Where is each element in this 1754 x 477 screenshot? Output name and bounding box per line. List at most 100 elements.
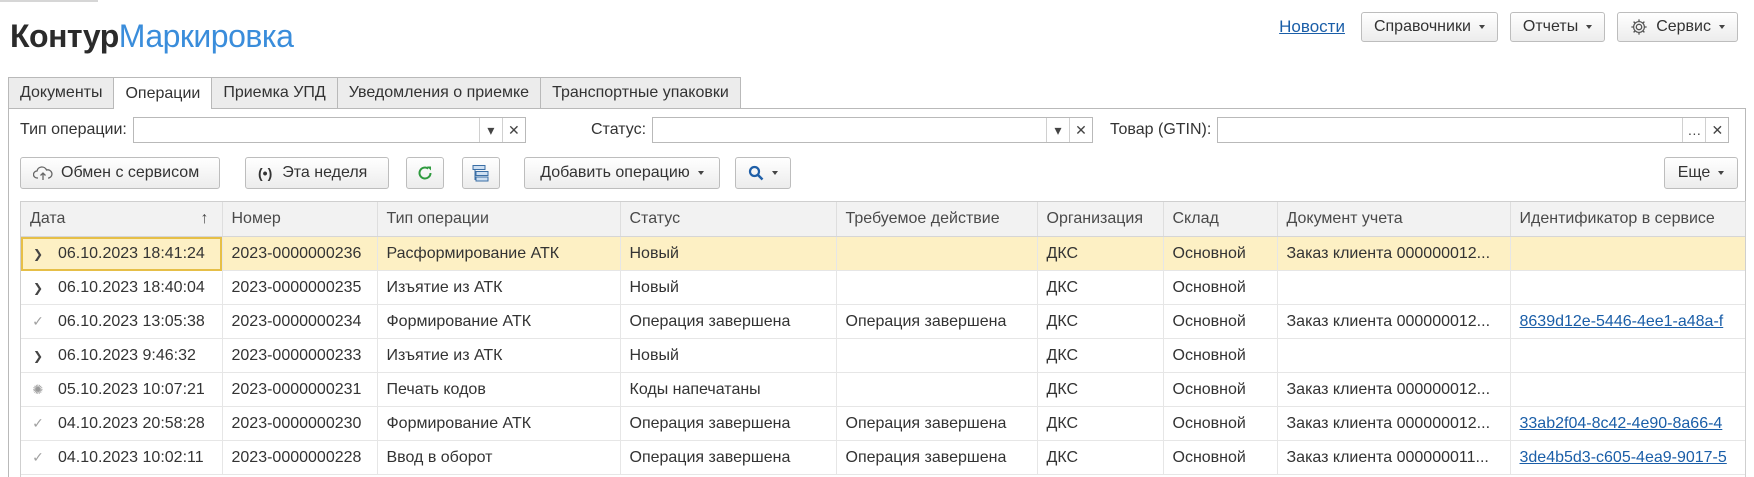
this-week-button[interactable]: (•) Эта неделя (245, 157, 389, 189)
cell-status[interactable]: Новый (620, 236, 837, 271)
cell-warehouse[interactable]: Основной (1163, 304, 1278, 339)
add-operation-button[interactable]: Добавить операцию (524, 157, 720, 189)
cell-date[interactable]: ✓ 04.10.2023 20:58:28 (21, 406, 223, 441)
chevron-right-icon[interactable]: ❯ (30, 247, 46, 261)
refresh-button[interactable] (406, 157, 444, 189)
service-id-link[interactable]: 8639d12e-5446-4ee1-a48a-f (1520, 313, 1724, 330)
cell-date[interactable]: ✓ 06.10.2023 13:05:38 (21, 304, 223, 339)
col-header-op-type[interactable]: Тип операции (377, 202, 621, 237)
cell-status[interactable]: Новый (620, 270, 837, 305)
cell-doc[interactable]: Заказ клиента 000000011... (1277, 440, 1511, 475)
col-header-document[interactable]: Документ учета (1277, 202, 1511, 237)
tab-documents[interactable]: Документы (8, 77, 115, 108)
cell-type[interactable]: Ввод в оборот (377, 440, 621, 475)
cell-action[interactable] (836, 270, 1038, 305)
col-header-warehouse[interactable]: Склад (1163, 202, 1278, 237)
cell-id[interactable]: 33ab2f04-8c42-4e90-8a66-4 (1510, 406, 1745, 441)
tab-transport-packages[interactable]: Транспортные упаковки (540, 77, 741, 108)
dropdown-arrow-icon[interactable]: ▾ (1046, 118, 1069, 142)
more-button[interactable]: Еще (1664, 157, 1738, 189)
cell-action[interactable]: Операция завершена (836, 406, 1038, 441)
reports-button[interactable]: Отчеты (1509, 12, 1606, 42)
cell-org[interactable]: ДКС (1037, 338, 1164, 373)
cell-warehouse[interactable]: Основной (1163, 406, 1278, 441)
cell-org[interactable]: ДКС (1037, 406, 1164, 441)
col-header-date[interactable]: Дата ↑ (21, 202, 223, 237)
cell-warehouse[interactable]: Основной (1163, 236, 1278, 271)
cell-org[interactable]: ДКС (1037, 236, 1164, 271)
table-row[interactable]: ✺ 05.10.2023 10:07:21 2023-0000000231 Печат… (21, 372, 1745, 407)
cell-doc[interactable]: Заказ клиента 000000012... (1277, 236, 1511, 271)
cell-warehouse[interactable]: Основной (1163, 440, 1278, 475)
cell-status[interactable]: Коды напечатаны (620, 372, 837, 407)
dropdown-arrow-icon[interactable]: ▾ (478, 118, 502, 142)
cell-date[interactable]: ❯ 06.10.2023 9:46:32 (21, 338, 223, 373)
cell-warehouse[interactable]: Основной (1163, 270, 1278, 305)
cell-type[interactable]: Изъятие из АТК (377, 338, 621, 373)
table-row[interactable]: ✓ 04.10.2023 10:02:11 2023-0000000228 Ввод … (21, 440, 1745, 475)
cell-date[interactable]: ✓ 04.10.2023 10:02:11 (21, 440, 223, 475)
cell-action[interactable] (836, 372, 1038, 407)
cell-org[interactable]: ДКС (1037, 372, 1164, 407)
cell-doc[interactable]: Заказ клиента 000000012... (1277, 406, 1511, 441)
cell-number[interactable]: 2023-0000000228 (222, 440, 378, 475)
cell-warehouse[interactable]: Основной (1163, 372, 1278, 407)
chevron-right-icon[interactable]: ❯ (30, 281, 46, 295)
service-button[interactable]: Сервис (1617, 12, 1738, 42)
news-link[interactable]: Новости (1279, 17, 1345, 37)
table-row[interactable]: ❯ 06.10.2023 18:41:24 2023-0000000236 Расфо… (21, 236, 1745, 271)
table-row[interactable]: ❯ 06.10.2023 9:46:32 2023-0000000233 Изъяти… (21, 338, 1745, 373)
cell-doc[interactable] (1277, 270, 1511, 305)
cell-number[interactable]: 2023-0000000233 (222, 338, 378, 373)
clear-icon[interactable]: ✕ (1705, 118, 1728, 142)
cell-type[interactable]: Формирование АТК (377, 304, 621, 339)
tab-acceptance-notices[interactable]: Уведомления о приемке (336, 77, 542, 108)
cell-status[interactable]: Новый (620, 338, 837, 373)
clear-icon[interactable]: ✕ (501, 118, 525, 142)
cell-action[interactable]: Операция завершена (836, 440, 1038, 475)
cell-number[interactable]: 2023-0000000231 (222, 372, 378, 407)
cell-status[interactable]: Операция завершена (620, 406, 837, 441)
cell-number[interactable]: 2023-0000000235 (222, 270, 378, 305)
choose-ellipsis-icon[interactable]: … (1682, 118, 1705, 142)
cell-id[interactable] (1510, 236, 1745, 271)
op-type-select[interactable]: ▾ ✕ (132, 117, 526, 143)
table-row[interactable]: ✓ 04.10.2023 20:58:28 2023-0000000230 Форми… (21, 406, 1745, 441)
cell-doc[interactable] (1277, 338, 1511, 373)
cell-date[interactable]: ✺ 05.10.2023 10:07:21 (21, 372, 223, 407)
goods-input[interactable]: … ✕ (1217, 117, 1730, 143)
cell-number[interactable]: 2023-0000000230 (222, 406, 378, 441)
cell-warehouse[interactable]: Основной (1163, 338, 1278, 373)
col-header-number[interactable]: Номер (222, 202, 378, 237)
col-header-service-id[interactable]: Идентификатор в сервисе (1510, 202, 1745, 237)
structure-button[interactable] (462, 157, 500, 189)
table-row[interactable]: ✓ 06.10.2023 13:05:38 2023-0000000234 Форми… (21, 304, 1745, 339)
service-id-link[interactable]: 3de4b5d3-c605-4ea9-9017-5 (1520, 449, 1727, 466)
cell-date[interactable]: ❯ 06.10.2023 18:40:04 (21, 270, 223, 305)
col-header-action[interactable]: Требуемое действие (836, 202, 1038, 237)
cell-id[interactable] (1510, 372, 1745, 407)
cell-org[interactable]: ДКС (1037, 440, 1164, 475)
cell-number[interactable]: 2023-0000000236 (222, 236, 378, 271)
cell-org[interactable]: ДКС (1037, 270, 1164, 305)
col-header-org[interactable]: Организация (1037, 202, 1164, 237)
cell-type[interactable]: Печать кодов (377, 372, 621, 407)
cell-type[interactable]: Расформирование АТК (377, 236, 621, 271)
col-header-status[interactable]: Статус (620, 202, 837, 237)
cell-type[interactable]: Изъятие из АТК (377, 270, 621, 305)
cell-status[interactable]: Операция завершена (620, 304, 837, 339)
cell-action[interactable]: Операция завершена (836, 304, 1038, 339)
references-button[interactable]: Справочники (1360, 12, 1498, 42)
cell-status[interactable]: Операция завершена (620, 440, 837, 475)
cell-id[interactable] (1510, 338, 1745, 373)
status-select[interactable]: ▾ ✕ (652, 117, 1094, 143)
cell-action[interactable] (836, 338, 1038, 373)
cell-date[interactable]: ❯ 06.10.2023 18:41:24 (21, 236, 223, 271)
cell-id[interactable]: 8639d12e-5446-4ee1-a48a-f (1510, 304, 1745, 339)
tab-upd-acceptance[interactable]: Приемка УПД (211, 77, 338, 108)
cell-action[interactable] (836, 236, 1038, 271)
table-row[interactable]: ❯ 06.10.2023 18:40:04 2023-0000000235 Изъят… (21, 270, 1745, 305)
cell-id[interactable]: 3de4b5d3-c605-4ea9-9017-5 (1510, 440, 1745, 475)
cell-doc[interactable]: Заказ клиента 000000012... (1277, 372, 1511, 407)
cell-number[interactable]: 2023-0000000234 (222, 304, 378, 339)
